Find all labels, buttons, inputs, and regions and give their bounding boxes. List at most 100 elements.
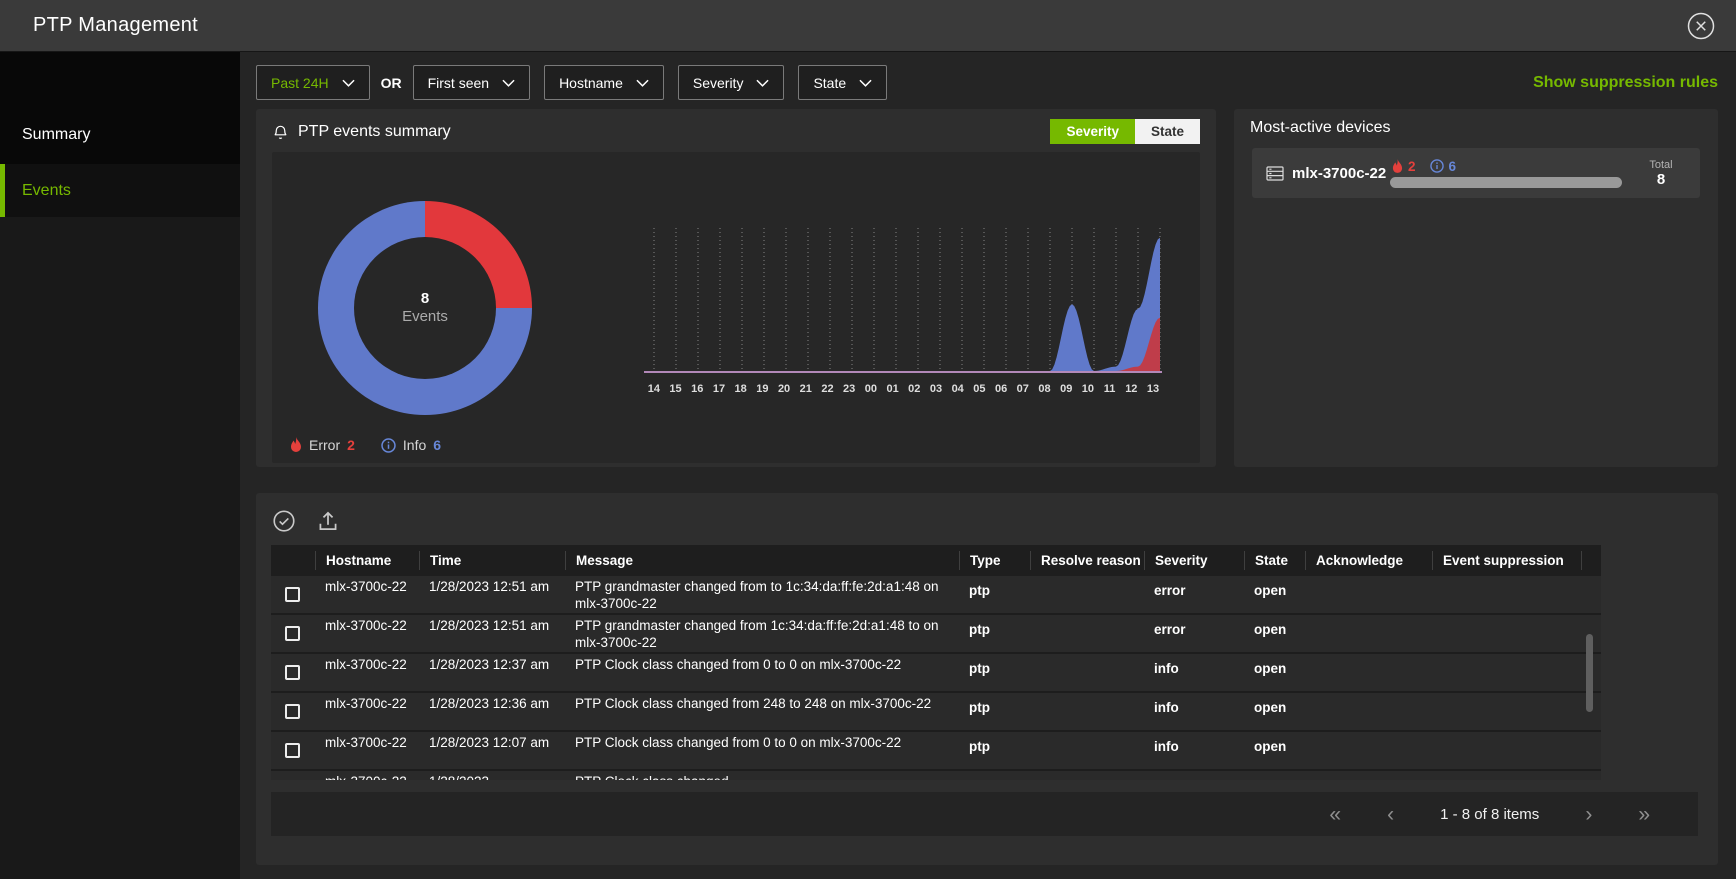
export-upload-icon[interactable] bbox=[315, 508, 341, 534]
events-table: HostnameTimeMessageTypeResolve reasonSev… bbox=[271, 545, 1601, 780]
header-cell-type[interactable]: Type bbox=[959, 551, 1030, 570]
cell-acknowledge bbox=[1305, 615, 1432, 652]
table-header-row: HostnameTimeMessageTypeResolve reasonSev… bbox=[271, 545, 1601, 576]
pagination-status: 1 - 8 of 8 items bbox=[1440, 806, 1539, 823]
legend-info-label: Info bbox=[403, 437, 426, 453]
table-row[interactable]: mlx-3700c-221/28/2023 12:07 amPTP Clock … bbox=[271, 732, 1601, 771]
chevron-down-icon bbox=[859, 79, 872, 87]
axis-tick-label: 17 bbox=[708, 383, 730, 395]
device-total: Total 8 bbox=[1634, 159, 1688, 188]
ptp-events-summary-card: PTP events summary SeverityState 8 Event… bbox=[256, 109, 1216, 467]
previous-page-icon[interactable]: ‹ bbox=[1387, 804, 1394, 825]
donut-legend: Error 2 Info 6 bbox=[290, 437, 441, 453]
table-body: mlx-3700c-221/28/2023 12:51 amPTP grandm… bbox=[271, 576, 1601, 780]
header-cell-message[interactable]: Message bbox=[565, 551, 959, 570]
filter-dropdown-state[interactable]: State bbox=[798, 65, 887, 100]
toggle-severity[interactable]: Severity bbox=[1050, 119, 1135, 144]
events-timeline-chart: 1415161718192021222300010203040506070809… bbox=[640, 221, 1164, 395]
toggle-state[interactable]: State bbox=[1135, 119, 1200, 144]
cell-state: open bbox=[1244, 576, 1305, 613]
cell-hostname: mlx-3700c-22 bbox=[315, 654, 419, 691]
cell-time: 1/28/2023 bbox=[419, 771, 565, 780]
main-content: Past 24H OR First seenHostnameSeveritySt… bbox=[240, 52, 1736, 879]
device-row[interactable]: mlx-3700c-22 2 bbox=[1252, 148, 1700, 198]
table-row[interactable]: mlx-3700c-221/28/2023 12:51 amPTP grandm… bbox=[271, 576, 1601, 615]
header-cell-time[interactable]: Time bbox=[419, 551, 565, 570]
acknowledge-check-icon[interactable] bbox=[271, 508, 297, 534]
axis-tick-label: 20 bbox=[773, 383, 795, 395]
cell-resolve-reason bbox=[1030, 615, 1144, 652]
header-cell-acknowledge[interactable]: Acknowledge bbox=[1305, 551, 1432, 570]
devices-card-header: Most-active devices bbox=[1234, 109, 1718, 145]
device-activity-bar bbox=[1390, 177, 1622, 188]
show-suppression-rules-link[interactable]: Show suppression rules bbox=[1533, 74, 1718, 92]
summary-card-title-text: PTP events summary bbox=[298, 123, 451, 141]
legend-item-error: Error 2 bbox=[290, 437, 355, 453]
row-checkbox[interactable] bbox=[285, 626, 300, 641]
filter-dropdown-first-seen[interactable]: First seen bbox=[413, 65, 530, 100]
axis-tick-label: 06 bbox=[990, 383, 1012, 395]
axis-tick-label: 19 bbox=[752, 383, 774, 395]
cell-message: PTP Clock class changed from 248 to 248 … bbox=[565, 693, 959, 730]
donut-total-value: 8 bbox=[421, 290, 429, 307]
table-row[interactable]: mlx-3700c-221/28/2023 12:51 amPTP grandm… bbox=[271, 615, 1601, 654]
header-cell-event-suppression[interactable]: Event suppression bbox=[1432, 551, 1581, 570]
timeline-svg bbox=[640, 221, 1164, 383]
cell-message: PTP grandmaster changed from 1c:34:da:ff… bbox=[565, 615, 959, 652]
axis-tick-label: 01 bbox=[882, 383, 904, 395]
donut-center: 8 Events bbox=[354, 237, 496, 379]
devices-card-title: Most-active devices bbox=[1250, 119, 1391, 137]
filter-dropdown-severity[interactable]: Severity bbox=[678, 65, 785, 100]
events-table-card: HostnameTimeMessageTypeResolve reasonSev… bbox=[256, 493, 1718, 865]
most-active-devices-card: Most-active devices mlx-3700c-22 bbox=[1234, 109, 1718, 467]
summary-card-title: PTP events summary bbox=[272, 123, 451, 141]
ptp-management-window: PTP Management Summary Events Past 24H O… bbox=[0, 0, 1736, 879]
row-checkbox[interactable] bbox=[285, 665, 300, 680]
cell-severity bbox=[1144, 771, 1244, 780]
row-checkbox-cell bbox=[271, 654, 315, 691]
cell-acknowledge bbox=[1305, 771, 1432, 780]
row-checkbox[interactable] bbox=[285, 587, 300, 602]
row-checkbox[interactable] bbox=[285, 704, 300, 719]
close-icon[interactable] bbox=[1686, 11, 1716, 41]
table-row[interactable]: mlx-3700c-221/28/2023 12:37 amPTP Clock … bbox=[271, 654, 1601, 693]
header-cell-severity[interactable]: Severity bbox=[1144, 551, 1244, 570]
cell-acknowledge bbox=[1305, 732, 1432, 769]
cell-filler bbox=[1581, 576, 1601, 613]
filter-dropdown-hostname[interactable]: Hostname bbox=[544, 65, 664, 100]
window-titlebar: PTP Management bbox=[0, 0, 1736, 52]
cell-type: ptp bbox=[959, 732, 1030, 769]
filter-dropdown-label: Severity bbox=[693, 75, 744, 91]
filter-time-range-label: Past 24H bbox=[271, 75, 329, 91]
cell-message: PTP Clock class changed from 0 to 0 on m… bbox=[565, 732, 959, 769]
axis-tick-label: 13 bbox=[1142, 383, 1164, 395]
header-cell-hostname[interactable]: Hostname bbox=[315, 551, 419, 570]
cell-message: PTP grandmaster changed from to 1c:34:da… bbox=[565, 576, 959, 613]
axis-tick-label: 04 bbox=[947, 383, 969, 395]
cell-time: 1/28/2023 12:36 am bbox=[419, 693, 565, 730]
table-row[interactable]: mlx-3700c-221/28/2023 12:36 amPTP Clock … bbox=[271, 693, 1601, 732]
legend-item-info: Info 6 bbox=[381, 437, 441, 453]
cell-type: ptp bbox=[959, 654, 1030, 691]
sidebar-item-summary[interactable]: Summary bbox=[22, 126, 90, 144]
cell-acknowledge bbox=[1305, 654, 1432, 691]
table-scrollbar[interactable] bbox=[1586, 634, 1593, 712]
table-toolbar bbox=[256, 493, 1718, 545]
cell-severity: error bbox=[1144, 576, 1244, 613]
cell-hostname: mlx-3700c-22 bbox=[315, 693, 419, 730]
device-total-label: Total bbox=[1634, 159, 1688, 171]
next-page-icon[interactable]: › bbox=[1585, 804, 1592, 825]
cell-message: PTP Clock class changed from 0 to 0 on m… bbox=[565, 654, 959, 691]
last-page-icon[interactable]: » bbox=[1638, 804, 1650, 825]
row-checkbox[interactable] bbox=[285, 743, 300, 758]
sidebar-item-events[interactable]: Events bbox=[0, 164, 240, 217]
row-checkbox-cell bbox=[271, 693, 315, 730]
filter-dropdown-label: First seen bbox=[428, 75, 489, 91]
header-cell-checkbox bbox=[271, 551, 315, 570]
first-page-icon[interactable]: « bbox=[1329, 804, 1341, 825]
header-cell-state[interactable]: State bbox=[1244, 551, 1305, 570]
filter-dropdown-time-range[interactable]: Past 24H bbox=[256, 65, 370, 100]
table-row[interactable]: mlx-3700c-221/28/2023PTP Clock class cha… bbox=[271, 771, 1601, 780]
header-cell-resolve-reason[interactable]: Resolve reason bbox=[1030, 551, 1144, 570]
cell-resolve-reason bbox=[1030, 771, 1144, 780]
